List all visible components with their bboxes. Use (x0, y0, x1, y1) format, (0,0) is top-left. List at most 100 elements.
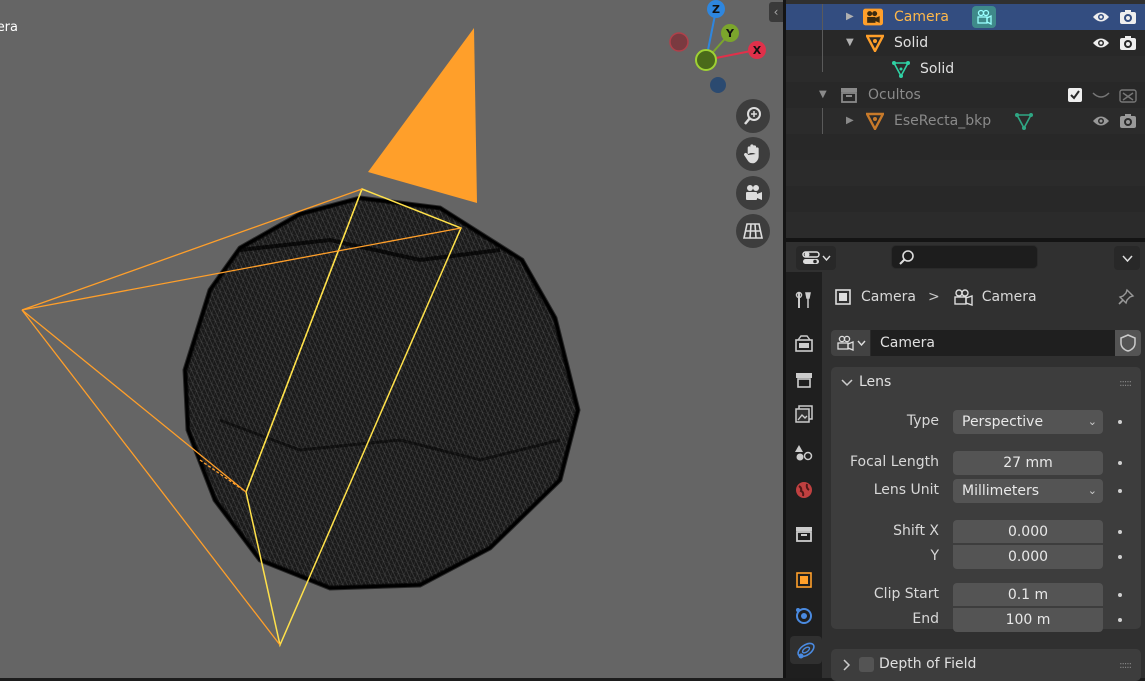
tab-scene[interactable] (790, 438, 818, 466)
outliner-row-solid-mesh[interactable]: Solid (786, 56, 1145, 82)
render-camera-icon[interactable] (1119, 34, 1137, 52)
outliner-label-eserecta: EseRecta_bkp (894, 113, 992, 129)
clip-end-label: End (912, 611, 939, 627)
render-camera-icon[interactable] (1119, 112, 1137, 130)
collapse-arrow-icon[interactable]: ▼ (819, 89, 827, 100)
clip-end-field[interactable]: 100 m (953, 608, 1103, 632)
gizmo-z-label: Z (712, 3, 720, 16)
mesh-object-icon (865, 33, 885, 53)
lens-type-dropdown[interactable]: Perspective ⌄ (953, 410, 1103, 434)
search-icon (899, 250, 914, 265)
camera-data-icon (836, 335, 854, 351)
lens-panel: Lens ::::: Type Perspective ⌄ Focal Leng… (831, 367, 1141, 632)
eye-icon[interactable] (1092, 112, 1110, 130)
expand-arrow-icon[interactable]: ▶ (846, 115, 854, 126)
keyframe-dot-icon[interactable] (1114, 457, 1126, 469)
focal-length-field[interactable]: 27 mm (953, 451, 1103, 475)
keyframe-dot-icon[interactable] (1114, 589, 1126, 601)
zoom-button[interactable] (736, 99, 770, 133)
drag-grip-icon[interactable]: ::::: (1119, 378, 1132, 389)
navigation-gizmo[interactable]: Z Y X (669, 0, 766, 93)
tab-world[interactable] (790, 476, 818, 504)
fake-user-button[interactable] (1115, 330, 1141, 356)
outliner-empty-row (786, 160, 1145, 186)
depth-of-field-checkbox[interactable] (859, 657, 874, 672)
pin-icon (1118, 288, 1135, 305)
shift-x-field[interactable]: 0.000 (953, 520, 1103, 544)
outliner-label-camera: Camera (894, 9, 949, 25)
tab-output[interactable] (790, 366, 818, 394)
tab-physics[interactable] (790, 602, 818, 630)
camera-data-icon[interactable] (972, 6, 996, 28)
tab-object[interactable] (790, 566, 818, 594)
tree-line (822, 56, 823, 72)
outliner-empty-row (786, 212, 1145, 238)
clip-start-field[interactable]: 0.1 m (953, 583, 1103, 607)
lens-panel-header[interactable]: Lens ::::: (831, 367, 1141, 399)
keyframe-dot-icon[interactable] (1114, 551, 1126, 563)
lens-unit-label: Lens Unit (873, 482, 939, 498)
render-disabled-icon[interactable] (1119, 86, 1137, 104)
collection-icon (839, 85, 859, 105)
tab-collection[interactable] (790, 520, 818, 548)
properties-editor-icon (801, 251, 820, 264)
depth-of-field-title: Depth of Field (879, 656, 977, 672)
mesh-data-icon[interactable] (1014, 111, 1034, 131)
outliner[interactable]: ▶ Camera ▼ Solid Solid ▼ Ocultos ▶ EseRe… (786, 0, 1145, 238)
sidebar-toggle-arrow[interactable]: ‹ (769, 2, 783, 22)
shift-y-field[interactable]: 0.000 (953, 545, 1103, 569)
clip-start-row: Clip Start 0.1 m (831, 583, 1141, 607)
shift-y-label: Y (930, 548, 939, 564)
collapse-arrow-icon[interactable]: ▼ (846, 37, 854, 48)
outliner-row-camera[interactable]: ▶ Camera (786, 4, 1145, 30)
chevron-down-icon: ⌄ (1087, 415, 1097, 428)
properties-editor[interactable]: Camera > Camera Camera Lens ::::: Type P… (786, 242, 1145, 681)
camera-up-triangle[interactable] (368, 28, 477, 203)
options-dropdown-button[interactable] (1114, 246, 1140, 270)
expand-arrow-icon[interactable]: ▶ (846, 11, 854, 22)
focal-length-row: Focal Length 27 mm (831, 451, 1141, 475)
eye-icon[interactable] (1092, 8, 1110, 26)
drag-grip-icon[interactable]: ::::: (1119, 660, 1132, 671)
eye-icon[interactable] (1092, 34, 1110, 52)
mesh-object-icon (865, 111, 885, 131)
tab-tool[interactable] (790, 286, 818, 314)
3d-viewport[interactable]: Z Y X era ‹ (0, 0, 783, 678)
shift-x-row: Shift X 0.000 (831, 520, 1141, 544)
camera-view-button[interactable] (736, 176, 770, 210)
depth-of-field-panel[interactable]: Depth of Field ::::: (831, 649, 1141, 681)
tab-render[interactable] (790, 330, 818, 358)
lens-unit-dropdown[interactable]: Millimeters ⌄ (953, 479, 1103, 503)
keyframe-dot-icon[interactable] (1114, 416, 1126, 428)
solid-mesh[interactable] (182, 195, 581, 591)
pan-button[interactable] (736, 137, 770, 171)
ortho-toggle-button[interactable] (736, 214, 770, 248)
outliner-empty-row (786, 134, 1145, 160)
outliner-row-solid[interactable]: ▼ Solid (786, 30, 1145, 56)
shift-x-label: Shift X (893, 523, 939, 539)
eye-closed-icon[interactable] (1092, 86, 1110, 104)
keyframe-dot-icon[interactable] (1114, 485, 1126, 497)
outliner-empty-row (786, 186, 1145, 212)
object-icon (796, 572, 812, 588)
outliner-row-eserecta[interactable]: ▶ EseRecta_bkp (786, 108, 1145, 134)
datablock-name-field[interactable]: Camera (871, 330, 1115, 356)
pin-button[interactable] (1117, 288, 1135, 310)
lens-panel-title: Lens (859, 374, 892, 390)
checkbox-icon[interactable] (1066, 86, 1084, 104)
camera-datablock-selector[interactable]: Camera (831, 330, 1141, 356)
tab-camera-data[interactable] (790, 636, 822, 664)
viewport-scene[interactable]: Z Y X (0, 0, 783, 678)
collection-icon (796, 527, 812, 542)
zoom-icon (744, 107, 761, 125)
tab-view-layer[interactable] (790, 400, 818, 428)
keyframe-dot-icon[interactable] (1114, 614, 1126, 626)
render-camera-icon[interactable] (1119, 8, 1137, 26)
outliner-row-ocultos[interactable]: ▼ Ocultos (786, 82, 1145, 108)
camera-object-icon (863, 7, 883, 27)
breadcrumb-object: Camera (861, 289, 916, 305)
datablock-browse-button[interactable] (831, 330, 871, 356)
keyframe-dot-icon[interactable] (1114, 526, 1126, 538)
properties-search-input[interactable] (891, 245, 1038, 269)
editor-type-button[interactable] (796, 246, 836, 270)
